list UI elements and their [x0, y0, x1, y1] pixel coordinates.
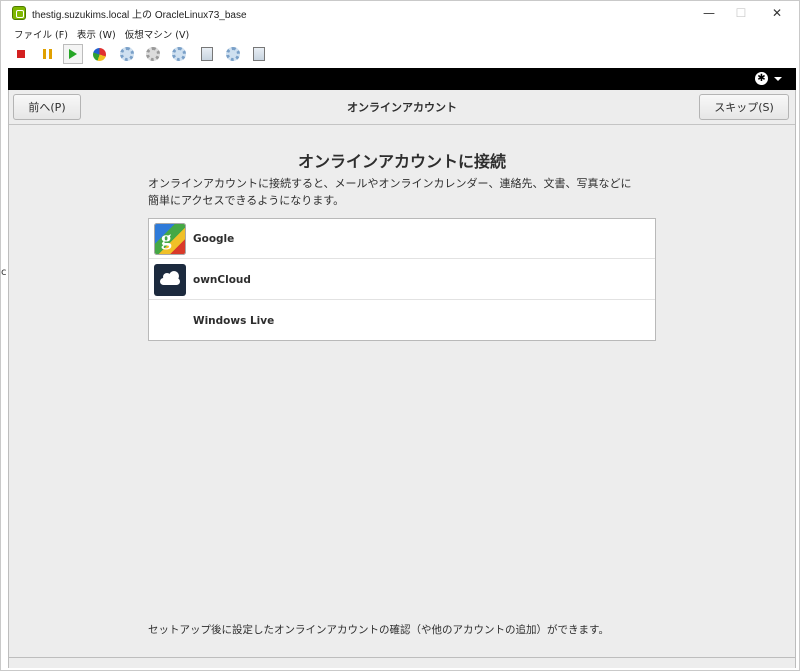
play-button[interactable] — [63, 44, 83, 64]
pause-icon — [42, 49, 52, 59]
snapshot-button[interactable] — [117, 44, 137, 64]
description-line-1: オンラインアカウントに接続すると、メールやオンラインカレンダー、連絡先、文書、写… — [148, 177, 632, 190]
app-logo-icon — [12, 6, 26, 20]
send-keys-button[interactable] — [197, 44, 217, 64]
account-label: Google — [193, 232, 235, 245]
edge-text: c — [1, 267, 7, 278]
account-row-owncloud[interactable]: ownCloud — [149, 260, 655, 300]
app-window: thestig.suzukims.local 上の OracleLinux73_… — [0, 0, 800, 671]
title-bar: thestig.suzukims.local 上の OracleLinux73_… — [1, 1, 799, 25]
maximize-button[interactable]: ☐ — [723, 1, 759, 25]
menu-vm[interactable]: 仮想マシン (V) — [125, 27, 189, 41]
window-title: thestig.suzukims.local 上の OracleLinux73_… — [32, 9, 247, 21]
divider — [8, 657, 796, 658]
skip-button[interactable]: スキップ(S) — [699, 94, 789, 120]
account-row-windows-live[interactable]: Windows Live — [149, 301, 655, 341]
snapshot-restore-button[interactable] — [143, 44, 163, 64]
snapshot-manager-button[interactable] — [169, 44, 189, 64]
account-row-google[interactable]: g Google — [149, 219, 655, 259]
accessibility-icon[interactable]: ✱ — [755, 72, 768, 85]
footer-note: セットアップ後に設定したオンラインアカウントの確認（や他のアカウントの追加）がで… — [148, 624, 609, 636]
owncloud-icon — [154, 264, 186, 296]
close-button[interactable]: ✕ — [759, 1, 795, 25]
toolbar — [1, 43, 799, 65]
guest-screen: 前へ(P) オンラインアカウント スキップ(S) オンラインアカウントに接続 オ… — [8, 90, 796, 668]
usb-icon — [253, 47, 265, 61]
setup-header: 前へ(P) オンラインアカウント スキップ(S) — [9, 90, 795, 125]
reset-button[interactable] — [89, 44, 109, 64]
settings-button[interactable] — [223, 44, 243, 64]
chevron-down-icon[interactable] — [774, 77, 782, 81]
minimize-button[interactable]: — — [691, 1, 727, 25]
usb-button[interactable] — [249, 44, 269, 64]
stop-icon — [17, 50, 25, 58]
snapshot-restore-icon — [146, 47, 160, 61]
stop-button[interactable] — [11, 44, 31, 64]
description-line-2: 簡単にアクセスできるようになります。 — [148, 194, 345, 207]
menu-view[interactable]: 表示 (W) — [77, 27, 116, 41]
snapshot-icon — [120, 47, 134, 61]
page-title: オンラインアカウント — [347, 101, 457, 114]
description: オンラインアカウントに接続すると、メールやオンラインカレンダー、連絡先、文書、写… — [148, 175, 678, 209]
menu-file[interactable]: ファイル (F) — [14, 27, 68, 41]
pause-button[interactable] — [37, 44, 57, 64]
settings-icon — [226, 47, 240, 61]
account-list: g Google ownCloud Windows Live — [148, 218, 656, 341]
snapshot-manager-icon — [172, 47, 186, 61]
reset-icon — [92, 47, 106, 61]
section-heading: オンラインアカウントに接続 — [297, 152, 506, 171]
guest-top-bar: ✱ — [8, 68, 796, 90]
play-icon — [69, 49, 77, 59]
google-icon: g — [154, 223, 186, 255]
account-label: ownCloud — [193, 273, 251, 286]
menu-bar: ファイル (F) 表示 (W) 仮想マシン (V) — [1, 25, 799, 43]
send-keys-icon — [201, 47, 213, 61]
account-label: Windows Live — [193, 315, 275, 327]
